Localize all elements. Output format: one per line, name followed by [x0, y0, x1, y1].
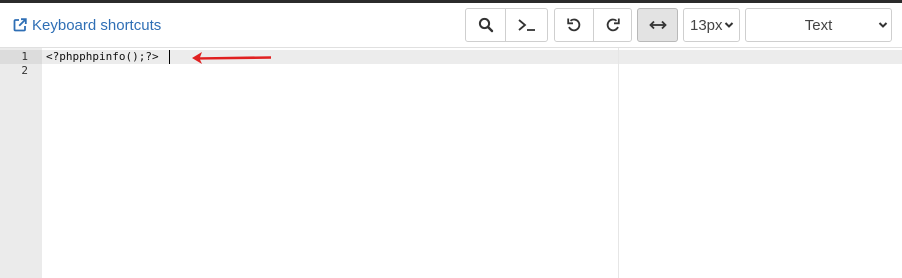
chevron-down-icon [878, 22, 888, 28]
terminal-icon [517, 19, 535, 31]
redo-button[interactable] [593, 8, 632, 42]
undo-button[interactable] [554, 8, 594, 42]
editor-mode-value: Text [804, 16, 833, 34]
external-link-icon [13, 18, 27, 32]
redo-icon [606, 18, 620, 32]
line-number: 2 [21, 64, 28, 77]
keyboard-shortcuts-link[interactable]: Keyboard shortcuts [13, 16, 161, 34]
wrap-toggle-icon [648, 20, 667, 30]
goto-line-button[interactable] [505, 8, 548, 42]
undo-icon [567, 18, 581, 32]
font-size-value: 13px [690, 16, 723, 34]
chevron-down-icon [724, 22, 734, 28]
red-arrow-icon [192, 52, 271, 64]
wrap-toggle-button[interactable] [637, 8, 678, 42]
editor-toolbar: Keyboard shortcuts 13px Text [0, 3, 902, 48]
search-button[interactable] [465, 8, 506, 42]
line-number-gutter [0, 48, 42, 278]
keyboard-shortcuts-label: Keyboard shortcuts [32, 16, 162, 34]
editor-mode-select[interactable]: Text [745, 8, 892, 42]
code-editor[interactable]: 1 2 <?phpphpinfo();?> [0, 48, 902, 278]
search-icon [478, 17, 493, 33]
text-cursor [169, 50, 170, 64]
active-line-highlight [42, 50, 902, 64]
print-margin [618, 48, 619, 278]
font-size-select[interactable]: 13px [683, 8, 740, 42]
code-line[interactable]: <?phpphpinfo();?> [46, 50, 159, 64]
line-number: 1 [21, 50, 28, 63]
